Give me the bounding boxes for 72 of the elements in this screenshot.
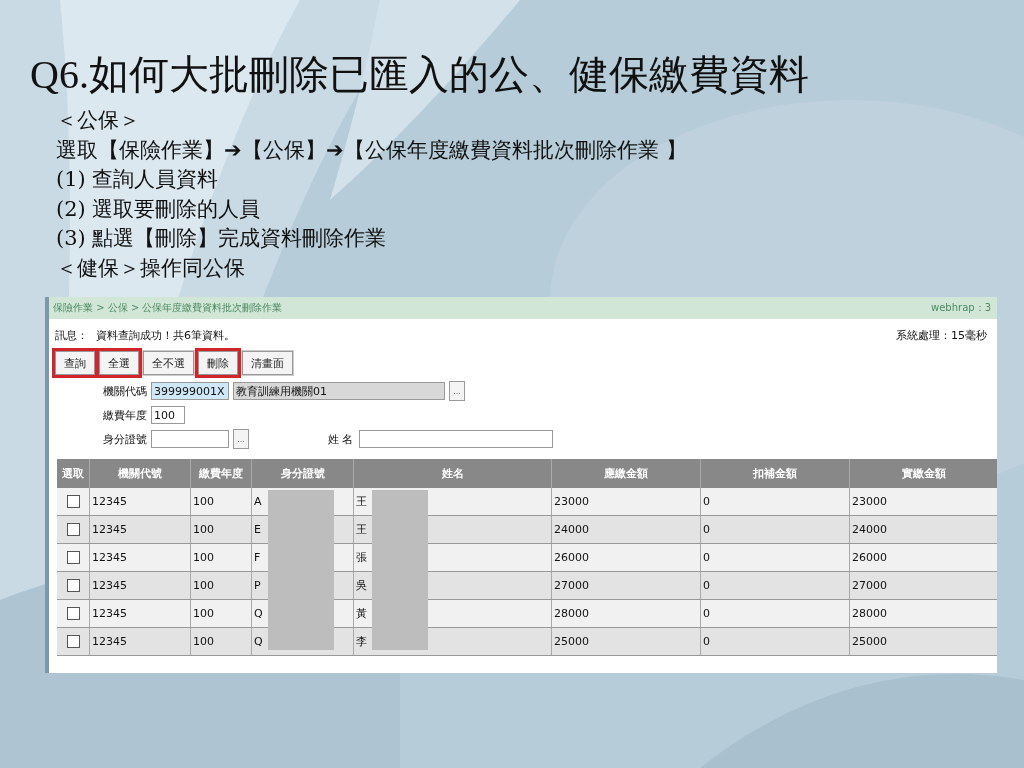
message-label: 訊息： xyxy=(55,329,88,342)
table-cell: 27000 xyxy=(551,571,701,600)
table-cell: 100 xyxy=(190,627,252,656)
table-cell: 24000 xyxy=(551,515,701,544)
checkbox[interactable] xyxy=(66,579,80,593)
input-field[interactable]: 教育訓練用機關01 xyxy=(233,382,445,400)
message-text: 資料查詢成功！共6筆資料。 xyxy=(96,329,235,342)
column-header: 姓名 xyxy=(353,459,552,488)
lookup-button[interactable]: ... xyxy=(449,381,465,401)
table-cell: 26000 xyxy=(551,543,701,572)
table-cell: 28000 xyxy=(849,599,997,628)
table-cell: 24000 xyxy=(849,515,997,544)
column-header: 機關代號 xyxy=(89,459,191,488)
table-cell: 100 xyxy=(190,599,252,628)
bullet-text: ＜公保＞ xyxy=(56,107,141,134)
table-cell: 0 xyxy=(700,599,850,628)
checkbox[interactable] xyxy=(66,523,80,537)
field-label: 機關代碼 xyxy=(102,383,147,399)
button[interactable]: 全不選 xyxy=(143,351,194,375)
table-cell: 25000 xyxy=(849,627,997,656)
table-cell: 28000 xyxy=(551,599,701,628)
input-field[interactable]: 399999001X xyxy=(151,382,229,400)
lookup-button[interactable]: ... xyxy=(233,429,249,449)
bullet-text: ＜健保＞操作同公保 xyxy=(56,254,246,282)
table-cell: 12345 xyxy=(89,571,191,600)
field-label: 姓 名 xyxy=(326,431,353,447)
checkbox[interactable] xyxy=(66,607,80,621)
button[interactable]: 全選 xyxy=(99,351,139,375)
table-cell: 23000 xyxy=(551,488,701,516)
button[interactable]: 清畫面 xyxy=(242,351,293,375)
bullet-text: (1) 查詢人員資料 xyxy=(56,166,220,193)
table-cell: 0 xyxy=(700,515,850,544)
checkbox[interactable] xyxy=(66,495,80,509)
bullet-text: (3) 點選【刪除】完成資料刪除作業 xyxy=(56,225,388,252)
table-cell: 100 xyxy=(190,515,252,544)
table-cell: 27000 xyxy=(849,571,997,600)
table-cell: 0 xyxy=(700,543,850,572)
table-cell: 23000 xyxy=(849,488,997,516)
column-header: 應繳金額 xyxy=(551,459,701,488)
input-field[interactable] xyxy=(359,430,553,448)
table-cell: 0 xyxy=(700,627,850,656)
table-cell: 100 xyxy=(190,571,252,600)
column-header: 扣補金額 xyxy=(700,459,850,488)
column-header: 實繳金額 xyxy=(849,459,997,488)
checkbox[interactable] xyxy=(66,551,80,565)
table-cell: 26000 xyxy=(849,543,997,572)
input-field[interactable]: 100 xyxy=(151,406,185,424)
table-cell: 12345 xyxy=(89,515,191,544)
table-cell: 0 xyxy=(700,571,850,600)
checkbox[interactable] xyxy=(66,635,80,649)
table-cell: 100 xyxy=(190,488,252,516)
column-header: 繳費年度 xyxy=(190,459,252,488)
column-header: 身分證號 xyxy=(251,459,354,488)
table-cell: 100 xyxy=(190,543,252,572)
column-header: 選取 xyxy=(57,459,90,488)
input-field[interactable] xyxy=(151,430,229,448)
timing-text: 系統處理：15毫秒 xyxy=(896,328,987,343)
table-cell: 12345 xyxy=(89,488,191,516)
field-label: 繳費年度 xyxy=(102,407,147,423)
field-label: 身分證號 xyxy=(102,431,147,447)
bullet-text: (2) 選取要刪除的人員 xyxy=(56,195,262,223)
breadcrumb: 保險作業 > 公保 > 公保年度繳費資料批次刪除作業 xyxy=(53,301,283,315)
slide-title: Q6.如何大批刪除已匯入的公、健保繳費資料 xyxy=(30,51,810,99)
table-cell: 12345 xyxy=(89,543,191,572)
table-cell: 12345 xyxy=(89,599,191,628)
table-cell: 25000 xyxy=(551,627,701,656)
table-cell: 12345 xyxy=(89,627,191,656)
bullet-text: 選取【保險作業】➔【公保】➔【公保年度繳費資料批次刪除作業 】 xyxy=(56,136,688,164)
server-label: webhrap：3 xyxy=(931,301,991,315)
button[interactable]: 刪除 xyxy=(198,351,238,375)
button[interactable]: 查詢 xyxy=(55,351,95,375)
table-cell: 0 xyxy=(700,488,850,516)
